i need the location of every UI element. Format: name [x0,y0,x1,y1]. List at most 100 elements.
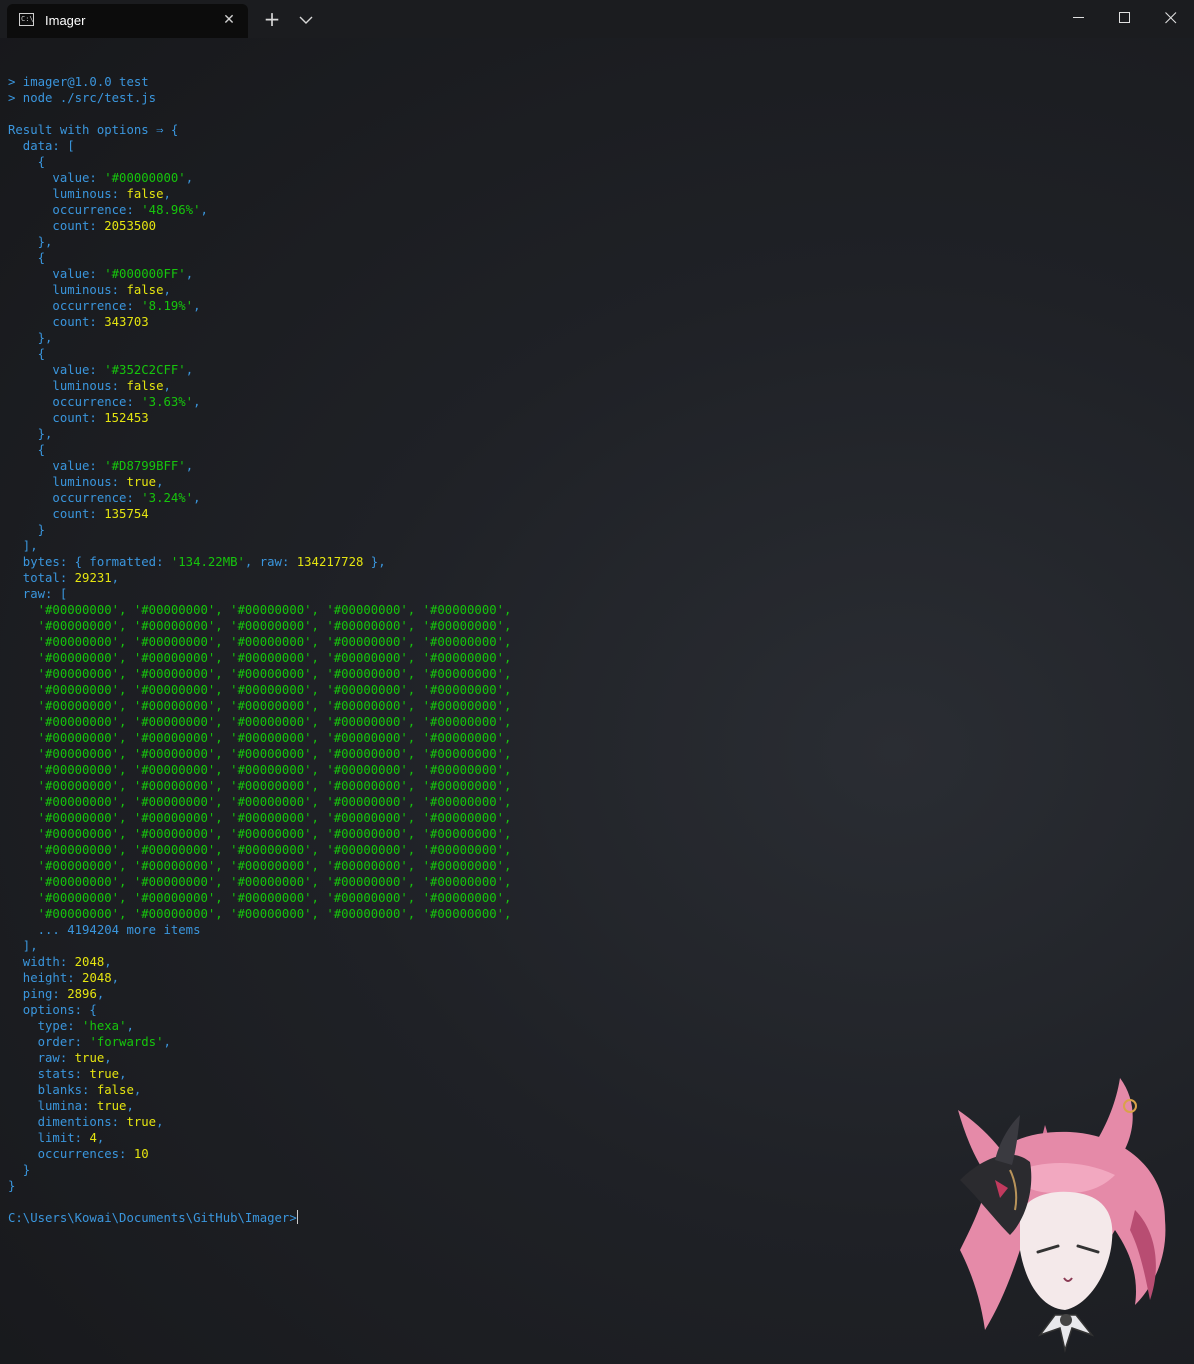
close-icon [1165,12,1177,24]
output-token: value: [8,267,105,281]
output-token: '#352C2CFF' [104,363,186,377]
output-token: 4 [89,1131,97,1145]
output-line: Result with options ⇒ { [8,122,1188,138]
output-line: > node ./src/test.js [8,90,1188,106]
output-line: type: 'hexa', [8,1018,1188,1034]
output-line: occurrence: '8.19%', [8,298,1188,314]
output-lines: > imager@1.0.0 test > node ./src/test.js … [8,58,1188,1210]
output-token: true [96,1099,127,1113]
output-token: 2053500 [104,219,157,233]
output-token: blanks: [8,1083,97,1097]
output-token: '3.63%' [141,395,194,409]
output-token: , [126,1019,134,1033]
output-token: , [133,1083,142,1097]
output-token: } [8,1163,31,1177]
output-token: false [126,283,164,297]
output-token: '#00000000', '#00000000', '#00000000', '… [8,619,512,633]
output-token: '#D8799BFF' [104,459,186,473]
output-token: value: [8,459,105,473]
minimize-icon [1073,17,1084,18]
output-token: true [126,475,157,489]
output-line: height: 2048, [8,970,1188,986]
output-line: '#00000000', '#00000000', '#00000000', '… [8,714,1188,730]
output-line: raw: [ [8,586,1188,602]
output-line: width: 2048, [8,954,1188,970]
new-tab-plus-icon[interactable]: + [261,8,283,30]
output-token: count: [8,507,105,521]
output-line: count: 135754 [8,506,1188,522]
output-token: ... 4194204 more items [8,923,201,937]
output-token: '#00000000', '#00000000', '#00000000', '… [8,683,512,697]
output-line: luminous: false, [8,282,1188,298]
output-token: luminous: [8,475,127,489]
output-line: value: '#352C2CFF', [8,362,1188,378]
output-token: order: [8,1035,90,1049]
output-token: stats: [8,1067,90,1081]
output-token: 135754 [104,507,149,521]
output-token: '#00000000', '#00000000', '#00000000', '… [8,875,512,889]
output-token: occurrence: [8,299,142,313]
chevron-down-icon[interactable] [296,8,316,30]
output-line: total: 29231, [8,570,1188,586]
close-button[interactable] [1148,0,1194,36]
output-line: } [8,522,1188,538]
output-line: count: 152453 [8,410,1188,426]
terminal-output[interactable]: > imager@1.0.0 test > node ./src/test.js … [8,58,1188,1228]
output-token: false [126,379,164,393]
output-token: 'forwards' [89,1035,164,1049]
output-line: '#00000000', '#00000000', '#00000000', '… [8,890,1188,906]
output-token: , [111,971,120,985]
output-token: luminous: [8,379,127,393]
output-token: '#00000000', '#00000000', '#00000000', '… [8,699,512,713]
output-token: total: [8,571,75,585]
tab-imager[interactable]: C:\ Imager ✕ [7,4,248,38]
output-token: '#00000000', '#00000000', '#00000000', '… [8,811,512,825]
maximize-button[interactable] [1102,0,1148,36]
output-line: data: [ [8,138,1188,154]
output-token: , [185,267,194,281]
output-token: '48.96%' [141,203,201,217]
output-token: 2048 [82,971,112,985]
output-line: '#00000000', '#00000000', '#00000000', '… [8,794,1188,810]
output-token: , [156,1115,164,1129]
output-line: '#00000000', '#00000000', '#00000000', '… [8,810,1188,826]
output-token: '#00000000', '#00000000', '#00000000', '… [8,635,512,649]
output-token: occurrences: [8,1147,134,1161]
output-token: 'hexa' [82,1019,127,1033]
output-line: '#00000000', '#00000000', '#00000000', '… [8,858,1188,874]
shell-prompt: C:\Users\Kowai\Documents\GitHub\Imager> [8,1211,297,1225]
tab-close-icon[interactable]: ✕ [221,11,237,27]
tab-title: Imager [45,13,86,28]
output-token: count: [8,219,105,233]
output-token: , [185,171,194,185]
output-token: '#00000000' [104,171,186,185]
output-line: '#00000000', '#00000000', '#00000000', '… [8,650,1188,666]
output-line: ... 4194204 more items [8,922,1188,938]
output-token: }, [363,555,386,569]
output-token: '#00000000', '#00000000', '#00000000', '… [8,827,512,841]
output-line: '#00000000', '#00000000', '#00000000', '… [8,618,1188,634]
output-line: luminous: false, [8,378,1188,394]
output-token: , [111,571,120,585]
output-line: occurrence: '3.63%', [8,394,1188,410]
minimize-button[interactable] [1056,0,1102,36]
output-token: }, [8,331,53,345]
output-line: }, [8,330,1188,346]
output-line: order: 'forwards', [8,1034,1188,1050]
output-line: '#00000000', '#00000000', '#00000000', '… [8,746,1188,762]
output-token: raw: [8,1051,75,1065]
output-line: > imager@1.0.0 test [8,74,1188,90]
output-token: occurrence: [8,203,142,217]
output-token: { [8,251,46,265]
output-line: bytes: { formatted: '134.22MB', raw: 134… [8,554,1188,570]
output-line: occurrence: '3.24%', [8,490,1188,506]
output-line: '#00000000', '#00000000', '#00000000', '… [8,826,1188,842]
output-token: { [8,155,46,169]
output-token: , [185,459,194,473]
output-line: ping: 2896, [8,986,1188,1002]
output-line: '#00000000', '#00000000', '#00000000', '… [8,698,1188,714]
terminal-icon: C:\ [19,13,34,26]
output-token: '#00000000', '#00000000', '#00000000', '… [8,891,512,905]
output-token: '#00000000', '#00000000', '#00000000', '… [8,763,512,777]
